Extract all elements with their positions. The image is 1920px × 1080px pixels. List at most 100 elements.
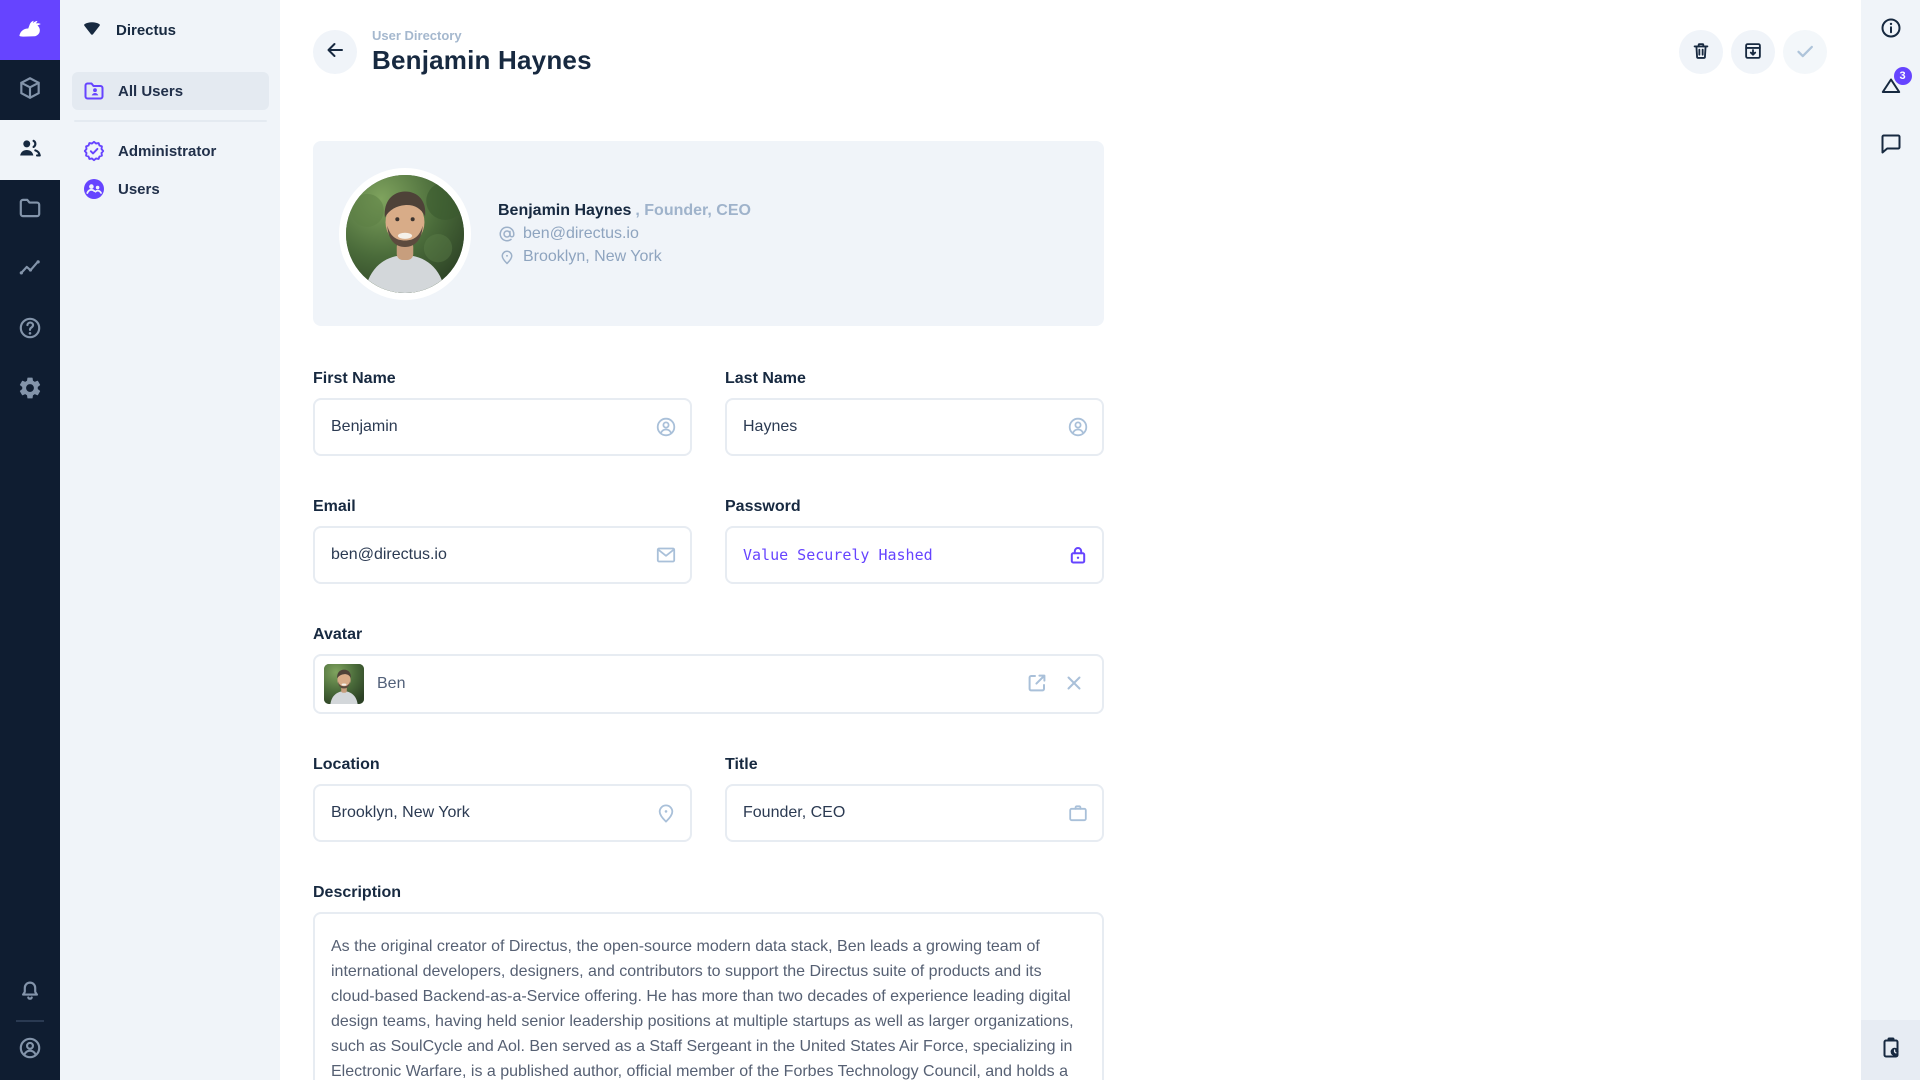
nav-list: All Users Administrator <box>60 60 280 208</box>
open-in-new-icon <box>1025 671 1049 698</box>
nav-item-label: Administrator <box>118 143 216 160</box>
directus-logo-button[interactable] <box>0 0 60 60</box>
gear-icon <box>17 375 43 406</box>
account-circle-icon <box>1066 415 1090 439</box>
nav-sidebar: Directus All Users <box>60 0 280 1080</box>
module-bar-bottom <box>0 970 60 1072</box>
field-description: Description As the original creator of D… <box>313 884 1104 1080</box>
field-label: Description <box>313 884 1104 902</box>
archive-button[interactable] <box>1731 30 1775 74</box>
arrow-left-icon <box>323 38 347 67</box>
back-button[interactable] <box>313 30 357 74</box>
field-avatar: Avatar <box>313 626 1104 714</box>
avatar-open-button[interactable] <box>1025 671 1049 698</box>
field-email: Email <box>313 498 692 584</box>
avatar-clear-button[interactable] <box>1062 671 1086 698</box>
module-bar <box>0 0 60 1080</box>
page-header: User Directory Benjamin Haynes <box>280 0 1861 104</box>
nav-item-all-users[interactable]: All Users <box>72 72 269 110</box>
clipboard-clock-icon <box>1879 1036 1903 1065</box>
user-form: Benjamin Haynes, Founder, CEO ben@direct… <box>280 141 1104 1080</box>
module-file-library[interactable] <box>0 180 60 240</box>
module-settings[interactable] <box>0 360 60 420</box>
bell-icon <box>17 977 43 1008</box>
folder-user-icon <box>82 79 106 103</box>
field-label: First Name <box>313 370 692 388</box>
info-sidebar-button[interactable] <box>1867 5 1915 53</box>
nav-item-administrator[interactable]: Administrator <box>72 132 269 170</box>
field-title: Title <box>725 756 1104 842</box>
project-fan-icon <box>80 16 104 45</box>
nav-divider <box>74 120 267 122</box>
notifications-bell-button[interactable] <box>0 970 60 1014</box>
field-label: Avatar <box>313 626 1104 644</box>
field-label: Password <box>725 498 1104 516</box>
comment-icon <box>1879 132 1903 159</box>
mail-icon <box>654 543 678 567</box>
field-label: Location <box>313 756 692 774</box>
directus-rabbit-logo <box>13 11 47 50</box>
project-selector[interactable]: Directus <box>60 0 280 60</box>
directus-app: Directus All Users <box>0 0 1920 1080</box>
module-bar-divider <box>16 1020 44 1022</box>
trash-icon <box>1690 40 1712 65</box>
folder-icon <box>17 195 43 226</box>
nav-item-label: All Users <box>118 83 183 100</box>
notification-count-badge: 3 <box>1894 67 1912 85</box>
save-button[interactable] <box>1783 30 1827 74</box>
card-user-location: Brooklyn, New York <box>523 245 662 268</box>
module-help[interactable] <box>0 300 60 360</box>
people-icon <box>17 135 43 166</box>
notifications-sidebar-button[interactable]: 3 <box>1867 63 1915 111</box>
box-icon <box>17 75 43 106</box>
users-circle-icon <box>82 177 106 201</box>
archive-icon <box>1742 40 1764 65</box>
briefcase-icon <box>1066 801 1090 825</box>
password-input[interactable] <box>725 526 1104 584</box>
user-summary-card: Benjamin Haynes, Founder, CEO ben@direct… <box>313 141 1104 326</box>
avatar-file-name: Ben <box>377 675 405 693</box>
avatar-thumbnail <box>324 664 364 704</box>
close-icon <box>1062 671 1086 698</box>
location-input[interactable] <box>313 784 692 842</box>
revisions-footer-button[interactable] <box>1861 1020 1920 1080</box>
title-input[interactable] <box>725 784 1104 842</box>
main-content: User Directory Benjamin Haynes <box>280 0 1861 1080</box>
map-pin-icon <box>654 801 678 825</box>
project-name: Directus <box>116 22 176 39</box>
module-content[interactable] <box>0 60 60 120</box>
page-title: Benjamin Haynes <box>372 45 592 76</box>
first-name-input[interactable] <box>313 398 692 456</box>
user-avatar-photo <box>339 168 471 300</box>
email-input[interactable] <box>313 526 692 584</box>
at-sign-icon <box>498 225 516 243</box>
insights-icon <box>17 255 43 286</box>
comments-sidebar-button[interactable] <box>1867 121 1915 169</box>
verified-badge-icon <box>82 139 106 163</box>
nav-item-label: Users <box>118 181 160 198</box>
description-textarea[interactable]: As the original creator of Directus, the… <box>313 912 1104 1080</box>
last-name-input[interactable] <box>725 398 1104 456</box>
card-user-name: Benjamin Haynes <box>498 202 631 219</box>
avatar-file-input[interactable]: Ben <box>313 654 1104 714</box>
field-location: Location <box>313 756 692 842</box>
user-menu-button[interactable] <box>0 1028 60 1072</box>
card-user-email: ben@directus.io <box>523 222 639 245</box>
help-icon <box>17 315 43 346</box>
field-password: Password <box>725 498 1104 584</box>
breadcrumb: User Directory <box>372 28 592 43</box>
field-label: Last Name <box>725 370 1104 388</box>
right-sidebar: 3 <box>1861 0 1920 1080</box>
account-circle-icon <box>17 1035 43 1066</box>
info-icon <box>1879 16 1903 43</box>
account-circle-icon <box>654 415 678 439</box>
title-block: User Directory Benjamin Haynes <box>372 28 592 76</box>
module-insights[interactable] <box>0 240 60 300</box>
field-last-name: Last Name <box>725 370 1104 456</box>
card-user-role: , Founder, CEO <box>635 202 751 219</box>
check-icon <box>1793 39 1817 66</box>
delete-button[interactable] <box>1679 30 1723 74</box>
module-user-directory[interactable] <box>0 120 60 180</box>
lock-icon <box>1066 543 1090 567</box>
nav-item-users[interactable]: Users <box>72 170 269 208</box>
